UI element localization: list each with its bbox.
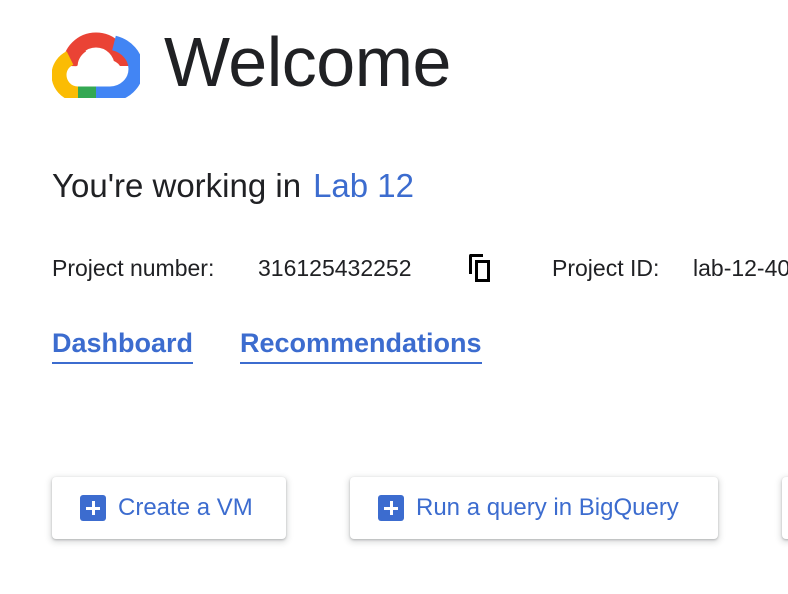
google-cloud-logo (52, 32, 140, 98)
page-title: Welcome (164, 23, 451, 101)
project-info-row: Project number: 316125432252 Project ID:… (52, 252, 788, 284)
welcome-page: Welcome You're working in Lab 12 Project … (0, 0, 788, 594)
project-name-link[interactable]: Lab 12 (313, 167, 414, 204)
dashboard-link[interactable]: Dashboard (52, 325, 194, 364)
project-number-value: 316125432252 (258, 255, 412, 281)
create-vm-button[interactable]: Create a VM (52, 477, 286, 539)
project-id-value: lab-12-40 (693, 255, 788, 281)
recommendations-link[interactable]: Recommendations (240, 325, 482, 364)
project-number-label: Project number: (52, 255, 215, 281)
working-in-line: You're working in Lab 12 (52, 166, 414, 206)
action-card-partial[interactable] (782, 477, 788, 539)
working-in-label: You're working in (52, 167, 302, 204)
project-id-label: Project ID: (552, 255, 660, 281)
plus-icon (80, 495, 106, 521)
copy-icon[interactable] (468, 254, 492, 282)
run-bigquery-label: Run a query in BigQuery (416, 494, 679, 521)
run-bigquery-button[interactable]: Run a query in BigQuery (350, 477, 718, 539)
create-vm-label: Create a VM (118, 494, 253, 521)
plus-icon (378, 495, 404, 521)
